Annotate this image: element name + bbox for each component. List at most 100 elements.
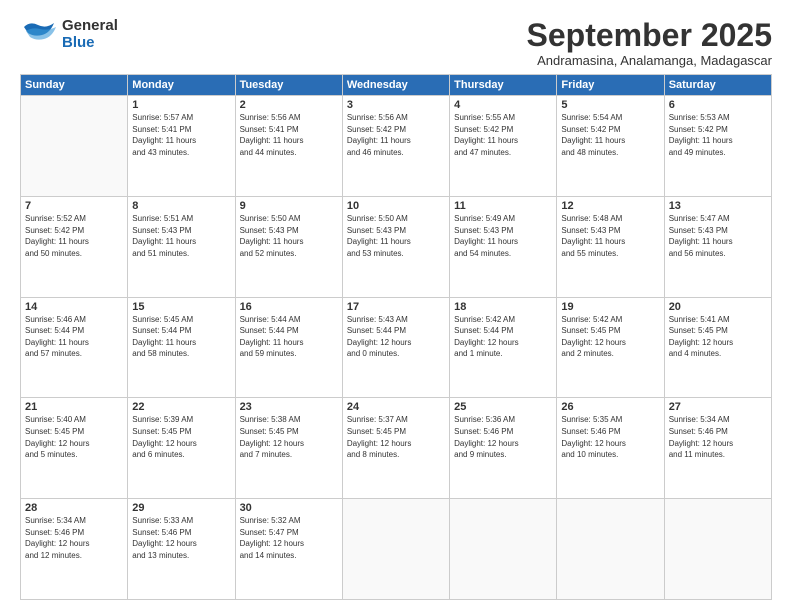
calendar-cell: 8Sunrise: 5:51 AM Sunset: 5:43 PM Daylig… xyxy=(128,196,235,297)
calendar-cell xyxy=(450,499,557,600)
day-number: 16 xyxy=(240,301,338,313)
calendar-week-row: 7Sunrise: 5:52 AM Sunset: 5:42 PM Daylig… xyxy=(21,196,772,297)
calendar-week-row: 1Sunrise: 5:57 AM Sunset: 5:41 PM Daylig… xyxy=(21,96,772,197)
day-number: 25 xyxy=(454,401,552,413)
calendar-cell: 7Sunrise: 5:52 AM Sunset: 5:42 PM Daylig… xyxy=(21,196,128,297)
day-number: 27 xyxy=(669,401,767,413)
day-number: 18 xyxy=(454,301,552,313)
day-number: 24 xyxy=(347,401,445,413)
page: General Blue September 2025 Andramasina,… xyxy=(0,0,792,612)
day-number: 8 xyxy=(132,200,230,212)
logo-blue: Blue xyxy=(62,35,118,52)
calendar-cell xyxy=(557,499,664,600)
calendar-table: SundayMondayTuesdayWednesdayThursdayFrid… xyxy=(20,74,772,600)
day-number: 7 xyxy=(25,200,123,212)
calendar-cell: 10Sunrise: 5:50 AM Sunset: 5:43 PM Dayli… xyxy=(342,196,449,297)
calendar-cell: 22Sunrise: 5:39 AM Sunset: 5:45 PM Dayli… xyxy=(128,398,235,499)
day-number: 6 xyxy=(669,99,767,111)
header: General Blue September 2025 Andramasina,… xyxy=(20,18,772,68)
day-number: 22 xyxy=(132,401,230,413)
calendar-cell: 19Sunrise: 5:42 AM Sunset: 5:45 PM Dayli… xyxy=(557,297,664,398)
day-info: Sunrise: 5:32 AM Sunset: 5:47 PM Dayligh… xyxy=(240,515,338,561)
month-title: September 2025 xyxy=(527,18,772,53)
day-info: Sunrise: 5:38 AM Sunset: 5:45 PM Dayligh… xyxy=(240,414,338,460)
day-number: 9 xyxy=(240,200,338,212)
calendar-cell: 5Sunrise: 5:54 AM Sunset: 5:42 PM Daylig… xyxy=(557,96,664,197)
col-monday: Monday xyxy=(128,75,235,96)
day-info: Sunrise: 5:54 AM Sunset: 5:42 PM Dayligh… xyxy=(561,112,659,158)
day-info: Sunrise: 5:51 AM Sunset: 5:43 PM Dayligh… xyxy=(132,213,230,259)
calendar-cell xyxy=(342,499,449,600)
day-number: 19 xyxy=(561,301,659,313)
calendar-cell: 1Sunrise: 5:57 AM Sunset: 5:41 PM Daylig… xyxy=(128,96,235,197)
col-saturday: Saturday xyxy=(664,75,771,96)
calendar-cell: 28Sunrise: 5:34 AM Sunset: 5:46 PM Dayli… xyxy=(21,499,128,600)
calendar-cell: 16Sunrise: 5:44 AM Sunset: 5:44 PM Dayli… xyxy=(235,297,342,398)
day-info: Sunrise: 5:50 AM Sunset: 5:43 PM Dayligh… xyxy=(240,213,338,259)
day-number: 26 xyxy=(561,401,659,413)
day-info: Sunrise: 5:47 AM Sunset: 5:43 PM Dayligh… xyxy=(669,213,767,259)
day-info: Sunrise: 5:39 AM Sunset: 5:45 PM Dayligh… xyxy=(132,414,230,460)
location-title: Andramasina, Analamanga, Madagascar xyxy=(527,53,772,68)
calendar-cell: 2Sunrise: 5:56 AM Sunset: 5:41 PM Daylig… xyxy=(235,96,342,197)
day-info: Sunrise: 5:41 AM Sunset: 5:45 PM Dayligh… xyxy=(669,314,767,360)
day-info: Sunrise: 5:34 AM Sunset: 5:46 PM Dayligh… xyxy=(25,515,123,561)
day-info: Sunrise: 5:34 AM Sunset: 5:46 PM Dayligh… xyxy=(669,414,767,460)
day-number: 23 xyxy=(240,401,338,413)
col-tuesday: Tuesday xyxy=(235,75,342,96)
logo-general: General xyxy=(62,18,118,35)
logo: General Blue xyxy=(20,18,118,51)
day-number: 5 xyxy=(561,99,659,111)
calendar-cell: 24Sunrise: 5:37 AM Sunset: 5:45 PM Dayli… xyxy=(342,398,449,499)
calendar-cell xyxy=(664,499,771,600)
day-info: Sunrise: 5:43 AM Sunset: 5:44 PM Dayligh… xyxy=(347,314,445,360)
day-number: 3 xyxy=(347,99,445,111)
calendar-cell: 18Sunrise: 5:42 AM Sunset: 5:44 PM Dayli… xyxy=(450,297,557,398)
day-info: Sunrise: 5:42 AM Sunset: 5:44 PM Dayligh… xyxy=(454,314,552,360)
calendar-cell: 15Sunrise: 5:45 AM Sunset: 5:44 PM Dayli… xyxy=(128,297,235,398)
calendar-cell: 17Sunrise: 5:43 AM Sunset: 5:44 PM Dayli… xyxy=(342,297,449,398)
day-info: Sunrise: 5:52 AM Sunset: 5:42 PM Dayligh… xyxy=(25,213,123,259)
calendar-cell: 9Sunrise: 5:50 AM Sunset: 5:43 PM Daylig… xyxy=(235,196,342,297)
col-sunday: Sunday xyxy=(21,75,128,96)
day-number: 11 xyxy=(454,200,552,212)
calendar-cell: 23Sunrise: 5:38 AM Sunset: 5:45 PM Dayli… xyxy=(235,398,342,499)
title-block: September 2025 Andramasina, Analamanga, … xyxy=(527,18,772,68)
calendar-cell: 12Sunrise: 5:48 AM Sunset: 5:43 PM Dayli… xyxy=(557,196,664,297)
day-info: Sunrise: 5:37 AM Sunset: 5:45 PM Dayligh… xyxy=(347,414,445,460)
day-info: Sunrise: 5:48 AM Sunset: 5:43 PM Dayligh… xyxy=(561,213,659,259)
day-info: Sunrise: 5:49 AM Sunset: 5:43 PM Dayligh… xyxy=(454,213,552,259)
calendar-cell: 13Sunrise: 5:47 AM Sunset: 5:43 PM Dayli… xyxy=(664,196,771,297)
day-info: Sunrise: 5:35 AM Sunset: 5:46 PM Dayligh… xyxy=(561,414,659,460)
day-number: 10 xyxy=(347,200,445,212)
day-number: 2 xyxy=(240,99,338,111)
col-friday: Friday xyxy=(557,75,664,96)
day-info: Sunrise: 5:36 AM Sunset: 5:46 PM Dayligh… xyxy=(454,414,552,460)
col-thursday: Thursday xyxy=(450,75,557,96)
day-number: 30 xyxy=(240,502,338,514)
day-info: Sunrise: 5:56 AM Sunset: 5:42 PM Dayligh… xyxy=(347,112,445,158)
day-number: 15 xyxy=(132,301,230,313)
calendar-cell: 14Sunrise: 5:46 AM Sunset: 5:44 PM Dayli… xyxy=(21,297,128,398)
day-info: Sunrise: 5:53 AM Sunset: 5:42 PM Dayligh… xyxy=(669,112,767,158)
calendar-cell: 27Sunrise: 5:34 AM Sunset: 5:46 PM Dayli… xyxy=(664,398,771,499)
logo-icon xyxy=(20,19,58,51)
calendar-cell: 25Sunrise: 5:36 AM Sunset: 5:46 PM Dayli… xyxy=(450,398,557,499)
day-number: 1 xyxy=(132,99,230,111)
day-info: Sunrise: 5:55 AM Sunset: 5:42 PM Dayligh… xyxy=(454,112,552,158)
day-number: 13 xyxy=(669,200,767,212)
day-number: 4 xyxy=(454,99,552,111)
day-number: 29 xyxy=(132,502,230,514)
day-info: Sunrise: 5:57 AM Sunset: 5:41 PM Dayligh… xyxy=(132,112,230,158)
calendar-week-row: 28Sunrise: 5:34 AM Sunset: 5:46 PM Dayli… xyxy=(21,499,772,600)
day-number: 28 xyxy=(25,502,123,514)
day-number: 17 xyxy=(347,301,445,313)
day-info: Sunrise: 5:46 AM Sunset: 5:44 PM Dayligh… xyxy=(25,314,123,360)
day-info: Sunrise: 5:45 AM Sunset: 5:44 PM Dayligh… xyxy=(132,314,230,360)
day-number: 14 xyxy=(25,301,123,313)
calendar-cell: 6Sunrise: 5:53 AM Sunset: 5:42 PM Daylig… xyxy=(664,96,771,197)
calendar-cell: 3Sunrise: 5:56 AM Sunset: 5:42 PM Daylig… xyxy=(342,96,449,197)
calendar-week-row: 21Sunrise: 5:40 AM Sunset: 5:45 PM Dayli… xyxy=(21,398,772,499)
day-info: Sunrise: 5:50 AM Sunset: 5:43 PM Dayligh… xyxy=(347,213,445,259)
day-info: Sunrise: 5:56 AM Sunset: 5:41 PM Dayligh… xyxy=(240,112,338,158)
